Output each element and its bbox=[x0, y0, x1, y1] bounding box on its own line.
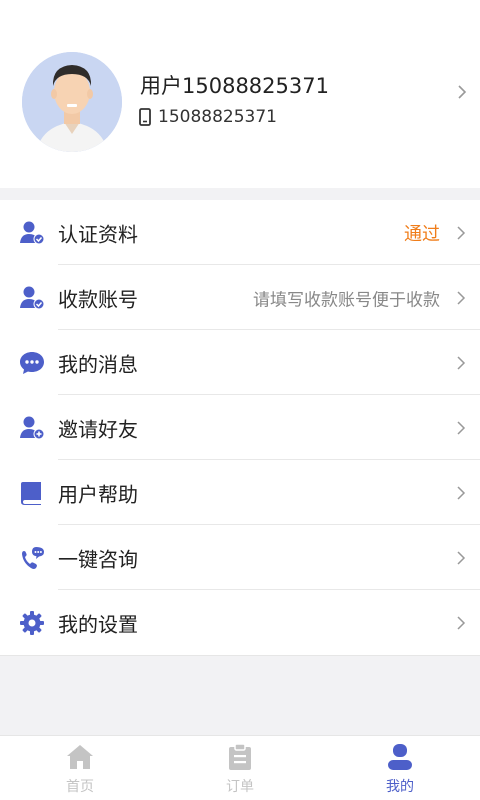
menu-item-label: 认证资料 bbox=[58, 222, 138, 246]
bottom-tab-bar: 首页 订单 我的 bbox=[0, 735, 480, 800]
menu-item-user-help[interactable]: 用户帮助 bbox=[0, 460, 480, 525]
phone-chat-icon bbox=[22, 546, 44, 569]
menu-item-label: 邀请好友 bbox=[58, 417, 138, 441]
message-icon bbox=[20, 351, 44, 374]
menu-item-settings[interactable]: 我的设置 bbox=[0, 590, 480, 655]
verified-user-icon bbox=[20, 221, 45, 244]
chevron-right-icon bbox=[457, 420, 466, 435]
tab-label: 我的 bbox=[386, 779, 414, 795]
tab-mine[interactable]: 我的 bbox=[320, 736, 480, 800]
chevron-right-icon bbox=[457, 290, 466, 305]
tab-orders[interactable]: 订单 bbox=[160, 736, 320, 800]
menu-item-label: 用户帮助 bbox=[58, 482, 138, 506]
tab-label: 订单 bbox=[226, 779, 254, 795]
phone-icon bbox=[139, 108, 151, 126]
tab-home[interactable]: 首页 bbox=[0, 736, 160, 800]
chevron-right-icon bbox=[458, 85, 467, 99]
menu-item-messages[interactable]: 我的消息 bbox=[0, 330, 480, 395]
menu-item-label: 我的消息 bbox=[58, 352, 138, 376]
user-name: 用户15088825371 bbox=[140, 74, 329, 98]
chevron-right-icon bbox=[457, 550, 466, 565]
book-icon bbox=[21, 481, 41, 505]
avatar-icon bbox=[22, 52, 122, 152]
clipboard-icon bbox=[229, 743, 251, 770]
gear-icon bbox=[20, 610, 44, 635]
payment-account-hint: 请填写收款账号便于收款 bbox=[253, 290, 440, 310]
chevron-right-icon bbox=[457, 225, 466, 240]
home-icon bbox=[67, 745, 93, 769]
menu-item-label: 收款账号 bbox=[58, 287, 138, 311]
chevron-right-icon bbox=[457, 355, 466, 370]
profile-header[interactable]: 用户15088825371 15088825371 bbox=[0, 0, 480, 188]
menu-list: 认证资料 通过 收款账号 请填写收款账号便于收款 我的消息 邀请好友 用户帮助 … bbox=[0, 200, 480, 656]
user-icon bbox=[388, 744, 412, 770]
user-phone-row: 15088825371 bbox=[138, 107, 277, 127]
add-friend-icon bbox=[20, 416, 45, 439]
menu-item-verification[interactable]: 认证资料 通过 bbox=[0, 200, 480, 265]
chevron-right-icon bbox=[457, 615, 466, 630]
menu-item-invite-friends[interactable]: 邀请好友 bbox=[0, 395, 480, 460]
tab-label: 首页 bbox=[66, 779, 94, 795]
menu-item-consult[interactable]: 一键咨询 bbox=[0, 525, 480, 590]
verification-status: 通过 bbox=[404, 223, 440, 245]
account-user-icon bbox=[20, 286, 45, 309]
menu-item-label: 一键咨询 bbox=[58, 547, 138, 571]
menu-item-label: 我的设置 bbox=[58, 612, 138, 636]
chevron-right-icon bbox=[457, 485, 466, 500]
user-phone: 15088825371 bbox=[158, 107, 277, 127]
menu-item-payment-account[interactable]: 收款账号 请填写收款账号便于收款 bbox=[0, 265, 480, 330]
